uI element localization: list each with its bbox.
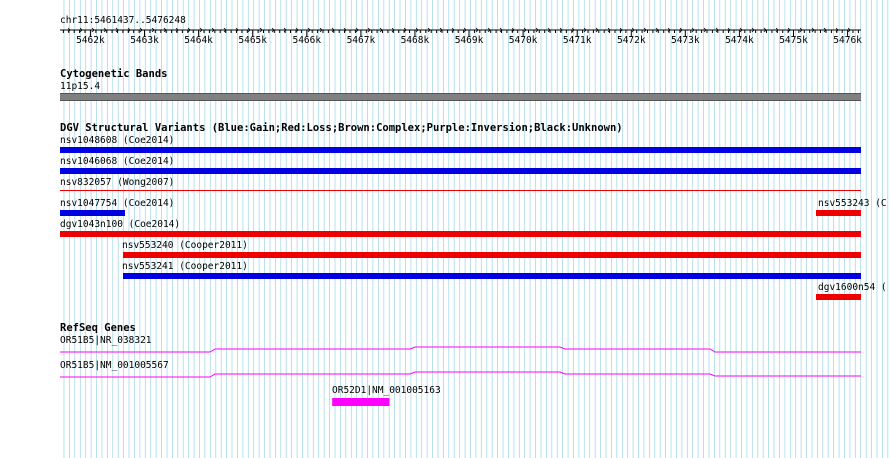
gene-intron-line[interactable]: [60, 371, 861, 378]
gene-exon-block[interactable]: [332, 398, 390, 406]
genome-browser-view: chr11:5461437..5476248 5462k 5463k 5464k 54…: [0, 0, 890, 458]
gene-models: [60, 346, 861, 406]
gene-intron-line[interactable]: [60, 346, 861, 353]
